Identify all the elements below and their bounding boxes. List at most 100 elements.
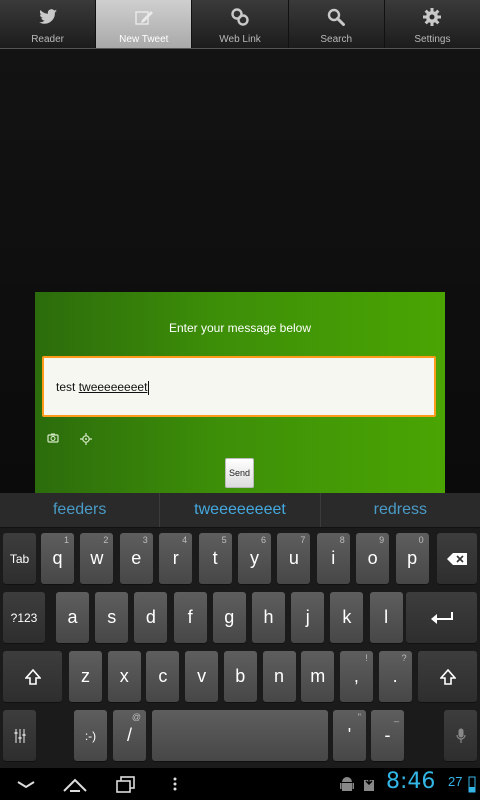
shift-key-right[interactable] bbox=[418, 651, 477, 702]
message-underlined-word: tweeeeeeeet bbox=[78, 380, 148, 394]
key-x[interactable]: x bbox=[107, 651, 141, 702]
key-b[interactable]: b bbox=[223, 651, 257, 702]
key-k[interactable]: k bbox=[330, 592, 364, 643]
key-label: l bbox=[384, 607, 389, 627]
key-label: e bbox=[131, 548, 142, 568]
sliders-icon bbox=[14, 728, 25, 743]
key-o[interactable]: 9o bbox=[356, 533, 390, 584]
key-label: / bbox=[126, 725, 132, 745]
key-label: u bbox=[288, 548, 299, 568]
key-c[interactable]: c bbox=[146, 651, 180, 702]
smiley-key[interactable]: :-) bbox=[74, 710, 107, 761]
key-label: ?123 bbox=[10, 610, 38, 625]
key-a[interactable]: a bbox=[56, 592, 89, 643]
tab-web-link[interactable]: Web Link bbox=[192, 0, 289, 48]
key-label: o bbox=[367, 548, 378, 568]
key-p[interactable]: 0p bbox=[395, 533, 429, 584]
key-g[interactable]: g bbox=[212, 592, 246, 643]
location-icon[interactable] bbox=[80, 433, 92, 445]
text-cursor bbox=[148, 380, 150, 395]
key-label: - bbox=[384, 725, 391, 745]
settings-key[interactable] bbox=[3, 710, 36, 761]
system-bar: 8:46 27 bbox=[0, 768, 480, 800]
microphone-icon bbox=[455, 728, 466, 743]
key-w[interactable]: 2w bbox=[80, 533, 114, 584]
key-label: r bbox=[172, 548, 179, 568]
tab-label: New Tweet bbox=[119, 34, 169, 45]
key-i[interactable]: 8i bbox=[316, 533, 350, 584]
key-label: w bbox=[90, 548, 104, 568]
key-h[interactable]: h bbox=[252, 592, 285, 643]
tab-search[interactable]: Search bbox=[289, 0, 385, 48]
shift-icon bbox=[439, 668, 456, 685]
back-icon[interactable] bbox=[14, 772, 38, 796]
key-label: . bbox=[392, 666, 398, 686]
enter-icon bbox=[430, 611, 453, 624]
key-label: m bbox=[310, 666, 326, 686]
key-label: ' bbox=[347, 725, 352, 745]
symbols-key[interactable]: ?123 bbox=[3, 592, 45, 643]
gear-icon bbox=[423, 8, 442, 26]
key-y[interactable]: 6y bbox=[238, 533, 271, 584]
menu-icon[interactable] bbox=[170, 772, 180, 796]
key-label: z bbox=[81, 666, 90, 686]
tab-reader[interactable]: Reader bbox=[0, 0, 97, 48]
key-label: , bbox=[353, 666, 359, 686]
key-t[interactable]: 5t bbox=[198, 533, 232, 584]
key-s[interactable]: s bbox=[95, 592, 129, 643]
shift-key-left[interactable] bbox=[3, 651, 62, 702]
key-q[interactable]: 1q bbox=[41, 533, 74, 584]
key-m[interactable]: m bbox=[301, 651, 335, 702]
key-label: s bbox=[107, 607, 117, 627]
key-label: c bbox=[158, 666, 168, 686]
key-label: Tab bbox=[9, 551, 30, 566]
suggestion-item[interactable]: feeders bbox=[0, 493, 161, 527]
message-input[interactable]: test tweeeeeeeet bbox=[42, 356, 436, 417]
key-l[interactable]: l bbox=[369, 592, 403, 643]
soft-keyboard: feeders tweeeeeeeet redress Tab 1q2w3e4r… bbox=[0, 493, 480, 768]
suggestion-item[interactable]: redress bbox=[321, 493, 480, 527]
dash-key[interactable]: _ - bbox=[371, 710, 404, 761]
key-label: :-) bbox=[84, 728, 97, 743]
key-label: i bbox=[331, 548, 336, 568]
key-f[interactable]: f bbox=[173, 592, 207, 643]
tab-new-tweet[interactable]: New Tweet bbox=[96, 0, 193, 48]
key-v[interactable]: v bbox=[185, 651, 219, 702]
backspace-key[interactable] bbox=[437, 533, 477, 584]
apostrophe-key[interactable]: " ' bbox=[333, 710, 366, 761]
key-r[interactable]: 4r bbox=[159, 533, 193, 584]
slash-key[interactable]: @ / bbox=[113, 710, 146, 761]
key-label: y bbox=[250, 548, 259, 568]
key-label: h bbox=[263, 607, 274, 627]
tab-settings[interactable]: Settings bbox=[385, 0, 480, 48]
key-comma[interactable]: !, bbox=[339, 651, 373, 702]
tab-label: Settings bbox=[414, 34, 451, 45]
bird-icon bbox=[38, 9, 57, 24]
recent-apps-icon[interactable] bbox=[114, 772, 138, 796]
key-label: j bbox=[305, 607, 310, 627]
send-button[interactable]: Send bbox=[225, 458, 254, 488]
key-n[interactable]: n bbox=[262, 651, 296, 702]
key-z[interactable]: z bbox=[69, 651, 102, 702]
suggestion-strip: feeders tweeeeeeeet redress bbox=[0, 493, 480, 528]
key-label: f bbox=[187, 607, 193, 627]
clock: 8:46 bbox=[386, 769, 436, 794]
key-label: t bbox=[212, 548, 218, 568]
key-u[interactable]: 7u bbox=[277, 533, 311, 584]
voice-key[interactable] bbox=[444, 710, 477, 761]
space-key[interactable] bbox=[152, 710, 328, 761]
suggestion-item[interactable]: tweeeeeeeet bbox=[160, 493, 321, 527]
battery-level: 27 bbox=[448, 774, 463, 789]
tab-key[interactable]: Tab bbox=[3, 533, 36, 584]
home-icon[interactable] bbox=[61, 772, 89, 796]
key-label: a bbox=[67, 607, 78, 627]
tab-label: Search bbox=[320, 34, 353, 45]
key-e[interactable]: 3e bbox=[119, 533, 153, 584]
enter-key[interactable] bbox=[406, 592, 477, 643]
camera-icon[interactable] bbox=[47, 432, 59, 444]
message-text: test tweeeeeeeet bbox=[56, 380, 150, 395]
key-j[interactable]: j bbox=[291, 592, 325, 643]
key-d[interactable]: d bbox=[134, 592, 168, 643]
key-period[interactable]: ?. bbox=[378, 651, 412, 702]
key-label: k bbox=[342, 607, 352, 627]
